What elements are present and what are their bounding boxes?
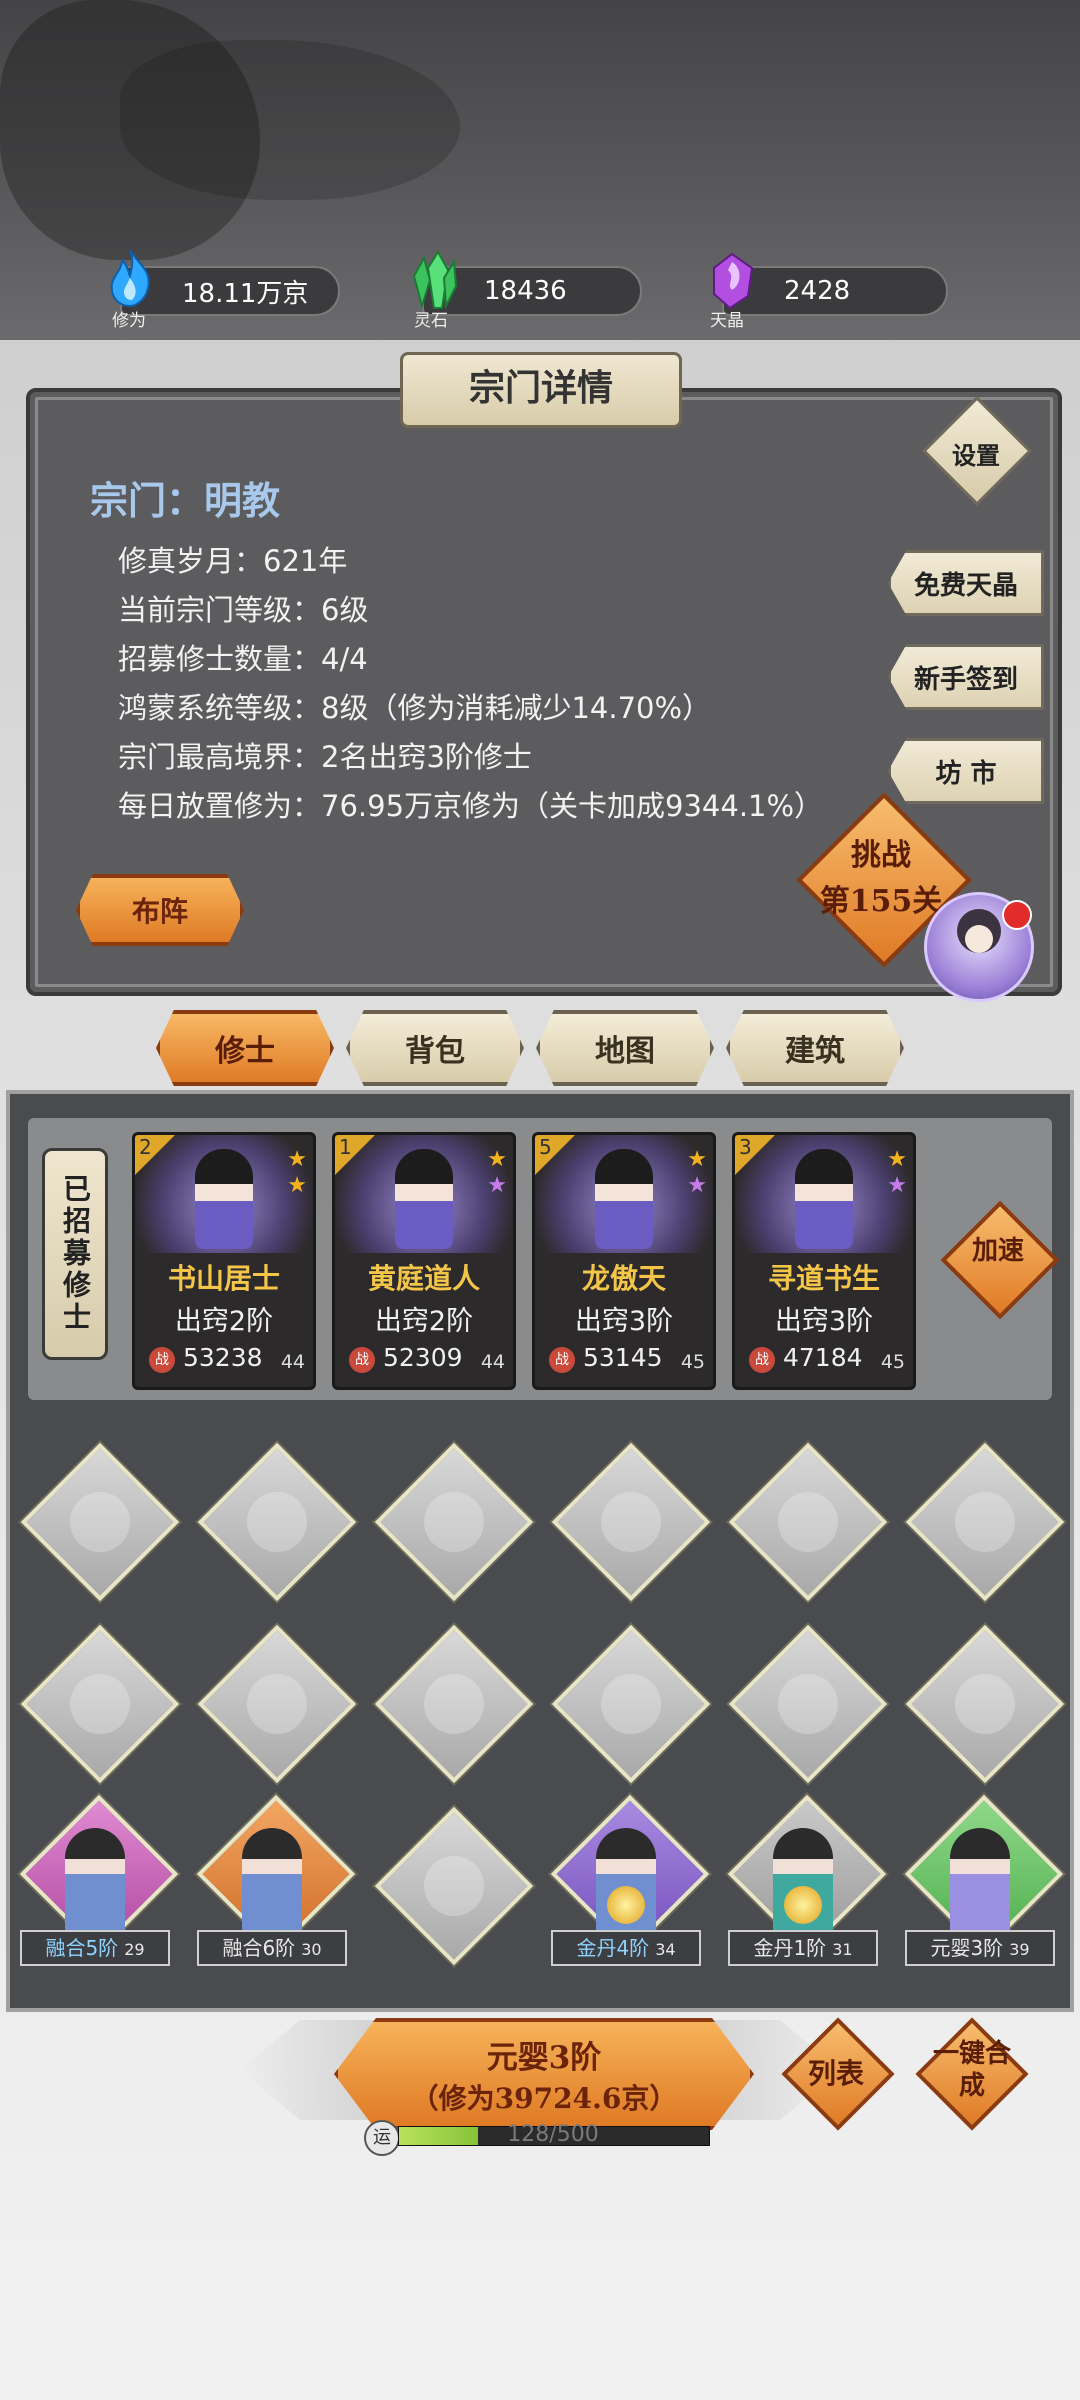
cultivator-level: 45	[880, 1351, 905, 1373]
star-icon: ★	[887, 1147, 907, 1172]
cultivator-unit[interactable]: 融合5阶 29	[19, 1794, 179, 1968]
cultivator-unit[interactable]: 金丹1阶 31	[727, 1794, 887, 1968]
cultivator-unit[interactable]: 金丹4阶 34	[550, 1794, 710, 1968]
avatar-face	[965, 925, 993, 953]
star-icon: ★	[687, 1147, 707, 1172]
power-icon: 战	[149, 1347, 175, 1373]
golden-core-icon	[607, 1886, 645, 1924]
resource-value: 2428	[784, 276, 851, 306]
newbie-signin-button[interactable]: 新手签到	[888, 644, 1044, 710]
green-crystal-icon	[408, 250, 460, 310]
recruited-title: 已招募修士	[42, 1148, 108, 1360]
info-line-daily-idle: 每日放置修为：76.95万京修为（关卡加成9344.1%）	[118, 789, 824, 823]
star-icon: ★	[887, 1173, 907, 1198]
cultivator-realm: 出窍3阶	[574, 1306, 674, 1337]
resource-label: 灵石	[414, 311, 448, 331]
cultivator-name: 黄庭道人	[367, 1262, 480, 1295]
unit-figure	[950, 1828, 1010, 1938]
power-icon: 战	[349, 1347, 375, 1373]
cultivate-main-button[interactable]: 元婴3阶 （修为39724.6京）	[334, 2018, 754, 2130]
golden-core-icon	[784, 1886, 822, 1924]
star-icon: ★	[287, 1147, 307, 1172]
unit-label: 金丹1阶 31	[728, 1930, 878, 1966]
info-line-recruit-count: 招募修士数量：4/4	[118, 642, 368, 676]
cultivator-level: 44	[480, 1351, 505, 1373]
resource-label: 天晶	[710, 311, 744, 331]
market-button[interactable]: 坊 市	[888, 738, 1044, 804]
resource-label: 修为	[112, 311, 146, 331]
unit-figure	[242, 1828, 302, 1938]
resource-value: 18.11万京	[182, 278, 309, 309]
tree-silhouette	[120, 40, 460, 200]
unit-label: 元婴3阶 39	[905, 1930, 1055, 1966]
tab-backpack[interactable]: 背包	[346, 1010, 524, 1086]
free-tianjing-button[interactable]: 免费天晶	[888, 550, 1044, 616]
unit-figure	[65, 1828, 125, 1938]
unit-label: 融合6阶 30	[197, 1930, 347, 1966]
star-icon: ★	[287, 1173, 307, 1198]
info-line-highest-realm: 宗门最高境界：2名出窍3阶修士	[118, 740, 532, 774]
unit-label: 融合5阶 29	[20, 1930, 170, 1966]
info-line-sect-level: 当前宗门等级：6级	[118, 593, 369, 627]
cultivator-level: 45	[680, 1351, 705, 1373]
cultivator-power: 53238	[183, 1343, 263, 1372]
panel-title: 宗门详情	[400, 352, 682, 428]
cultivator-realm: 出窍3阶	[774, 1306, 874, 1337]
power-icon: 战	[549, 1347, 575, 1373]
cultivator-level: 44	[280, 1351, 305, 1373]
cultivator-name: 书山居士	[167, 1262, 280, 1295]
notification-dot	[1002, 900, 1032, 930]
blue-flame-icon	[104, 248, 156, 308]
resource-value: 18436	[484, 276, 567, 306]
cultivator-realm: 出窍2阶	[374, 1306, 474, 1337]
tab-buildings[interactable]: 建筑	[726, 1010, 904, 1086]
main-button-realm: 元婴3阶	[486, 2039, 602, 2076]
cultivator-card[interactable]: 3 ★ ★ 寻道书生 出窍3阶 战 47184 45	[732, 1132, 916, 1390]
power-icon: 战	[749, 1347, 775, 1373]
cultivator-power: 53145	[583, 1343, 663, 1372]
cultivator-power: 52309	[383, 1343, 463, 1372]
main-button-cost: （修为39724.6京）	[410, 2081, 678, 2115]
luck-progress-text: 128/500	[507, 2122, 599, 2147]
cultivator-realm: 出窍2阶	[174, 1306, 274, 1337]
tab-map[interactable]: 地图	[536, 1010, 714, 1086]
star-icon: ★	[687, 1173, 707, 1198]
cultivator-card[interactable]: 2 ★ ★ 书山居士 出窍2阶 战 53238 44	[132, 1132, 316, 1390]
cultivator-power: 47184	[783, 1343, 863, 1372]
formation-button[interactable]: 布阵	[76, 874, 244, 946]
info-line-years: 修真岁月：621年	[118, 544, 348, 578]
luck-icon: 运	[364, 2120, 400, 2156]
cultivator-unit[interactable]: 元婴3阶 39	[904, 1794, 1064, 1968]
sect-name: 宗门：明教	[90, 478, 281, 523]
tab-cultivators[interactable]: 修士	[156, 1010, 334, 1086]
purple-crystal-icon	[706, 250, 758, 310]
star-icon: ★	[487, 1173, 507, 1198]
unit-label: 金丹4阶 34	[551, 1930, 701, 1966]
cultivator-name: 寻道书生	[767, 1262, 880, 1295]
star-icon: ★	[487, 1147, 507, 1172]
cultivator-card[interactable]: 1 ★ ★ 黄庭道人 出窍2阶 战 52309 44	[332, 1132, 516, 1390]
cultivator-unit[interactable]: 融合6阶 30	[196, 1794, 356, 1968]
cultivator-name: 龙傲天	[581, 1262, 666, 1295]
cultivator-card[interactable]: 5 ★ ★ 龙傲天 出窍3阶 战 53145 45	[532, 1132, 716, 1390]
info-line-hongmeng-level: 鸿蒙系统等级：8级（修为消耗减少14.70%）	[118, 691, 712, 725]
